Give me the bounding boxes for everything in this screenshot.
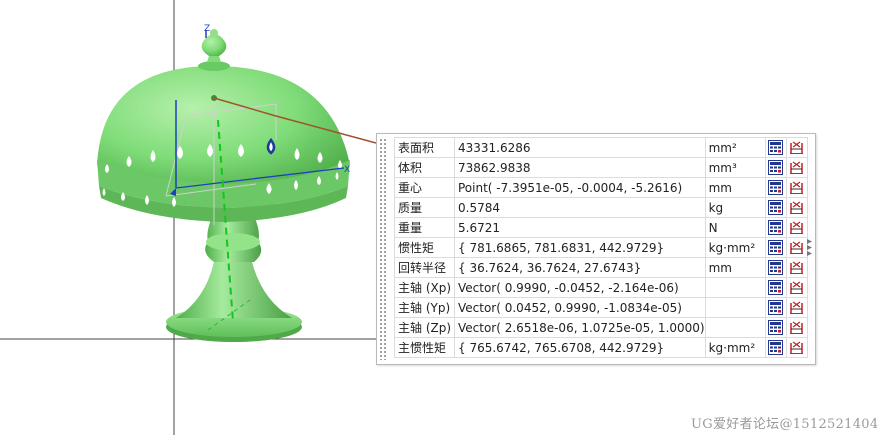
measurement-row: 重心 Point( -7.3951e-05, -0.0004, -5.2616) m… — [394, 177, 808, 198]
z-axis-label: Z — [204, 24, 210, 34]
measurement-name: 主轴 (Xp) — [394, 277, 455, 298]
measurement-unit[interactable]: mm³ — [704, 157, 766, 178]
selected-face-highlight — [266, 137, 276, 155]
calculator-icon[interactable] — [764, 197, 787, 218]
measurement-name: 主惯性矩 — [394, 337, 455, 358]
measurement-name: 质量 — [394, 197, 455, 218]
measurement-name: 主轴 (Yp) — [394, 297, 455, 318]
measurement-value[interactable]: Vector( 2.6518e-06, 1.0725e-05, 1.0000) — [454, 317, 706, 338]
measurement-row: 主惯性矩{ 765.6742, 765.6708, 442.9729} kg·mm… — [394, 337, 808, 358]
x-axis-label: X — [344, 165, 350, 175]
measure-icon[interactable] — [785, 217, 808, 238]
measurement-value[interactable]: 43331.6286 — [454, 137, 706, 158]
measurement-value[interactable]: { 36.7624, 36.7624, 27.6743} — [454, 257, 706, 278]
measurement-value[interactable]: 0.5784 — [454, 197, 706, 218]
more-arrows-icon[interactable] — [806, 237, 814, 257]
calculator-icon[interactable] — [764, 137, 787, 158]
measurement-name: 主轴 (Zp) — [394, 317, 455, 338]
measure-icon[interactable] — [785, 257, 808, 278]
measurement-value[interactable]: Vector( 0.9990, -0.0452, -2.164e-06) — [454, 277, 706, 298]
measurement-unit[interactable]: kg — [704, 197, 766, 218]
panel-grip-handle[interactable] — [379, 138, 387, 360]
watermark-text: UG爱好者论坛@1512521404 — [691, 417, 879, 432]
measure-icon[interactable] — [785, 337, 808, 358]
measurement-unit[interactable] — [704, 277, 766, 298]
measurement-row: 体积 73862.9838 mm³ — [394, 157, 808, 178]
measurement-row: 质量 0.5784 kg — [394, 197, 808, 218]
calculator-icon[interactable] — [764, 317, 787, 338]
measure-icon[interactable] — [785, 297, 808, 318]
lamp-dome — [97, 66, 350, 188]
calculator-icon[interactable] — [764, 157, 787, 178]
measurement-unit[interactable]: mm² — [704, 137, 766, 158]
calculator-icon[interactable] — [764, 337, 787, 358]
measurement-value[interactable]: Point( -7.3951e-05, -0.0004, -5.2616) — [454, 177, 706, 198]
measurement-unit[interactable]: kg·mm² — [704, 337, 766, 358]
calculator-icon[interactable] — [764, 237, 787, 258]
measure-icon[interactable] — [785, 197, 808, 218]
measurement-value[interactable]: 5.6721 — [454, 217, 706, 238]
measurement-unit[interactable]: kg·mm² — [704, 237, 766, 258]
measurement-value[interactable]: { 765.6742, 765.6708, 442.9729} — [454, 337, 706, 358]
calculator-icon[interactable] — [764, 277, 787, 298]
measure-icon[interactable] — [785, 157, 808, 178]
measure-icon[interactable] — [785, 237, 808, 258]
measurement-name: 重心 — [394, 177, 455, 198]
measurement-unit[interactable] — [704, 297, 766, 318]
measure-icon[interactable] — [785, 137, 808, 158]
measure-icon[interactable] — [785, 317, 808, 338]
lamp-foot — [176, 262, 292, 318]
measurement-row: 主轴 (Yp) Vector( 0.0452, 0.9990, -1.0834e-… — [394, 297, 808, 318]
measurement-unit[interactable]: mm — [704, 177, 766, 198]
lamp-finial-collar — [198, 61, 230, 71]
measurement-table: 表面积 43331.6286 mm² 体积 73862.9838 mm³ 重心 Point( … — [394, 137, 808, 358]
calculator-icon[interactable] — [764, 257, 787, 278]
measure-icon[interactable] — [785, 277, 808, 298]
measurement-row: 惯性矩{ 781.6865, 781.6831, 442.9729} kg·mm² — [394, 237, 808, 258]
lamp-stem-ring — [206, 233, 260, 251]
measurement-name: 回转半径 — [394, 257, 455, 278]
measure-icon[interactable] — [785, 177, 808, 198]
measurement-unit[interactable]: mm — [704, 257, 766, 278]
calculator-icon[interactable] — [764, 217, 787, 238]
calculator-icon[interactable] — [764, 297, 787, 318]
measurement-row: 主轴 (Zp) Vector( 2.6518e-06, 1.0725e-05, 1… — [394, 317, 808, 338]
measurement-value[interactable]: { 781.6865, 781.6831, 442.9729} — [454, 237, 706, 258]
measurement-row: 重量 5.6721 N — [394, 217, 808, 238]
measurement-unit[interactable] — [704, 317, 766, 338]
measurement-row: 回转半径{ 36.7624, 36.7624, 27.6743} mm — [394, 257, 808, 278]
measurement-results-panel: 表面积 43331.6286 mm² 体积 73862.9838 mm³ 重心 Point( … — [376, 133, 816, 365]
measurement-row: 表面积 43331.6286 mm² — [394, 137, 808, 158]
measurement-value[interactable]: 73862.9838 — [454, 157, 706, 178]
calculator-icon[interactable] — [764, 177, 787, 198]
measurement-name: 表面积 — [394, 137, 455, 158]
measurement-name: 惯性矩 — [394, 237, 455, 258]
measurement-name: 体积 — [394, 157, 455, 178]
measurement-row: 主轴 (Xp) Vector( 0.9990, -0.0452, -2.164e-… — [394, 277, 808, 298]
measurement-value[interactable]: Vector( 0.0452, 0.9990, -1.0834e-05) — [454, 297, 706, 318]
measurement-name: 重量 — [394, 217, 455, 238]
measurement-unit[interactable]: N — [704, 217, 766, 238]
